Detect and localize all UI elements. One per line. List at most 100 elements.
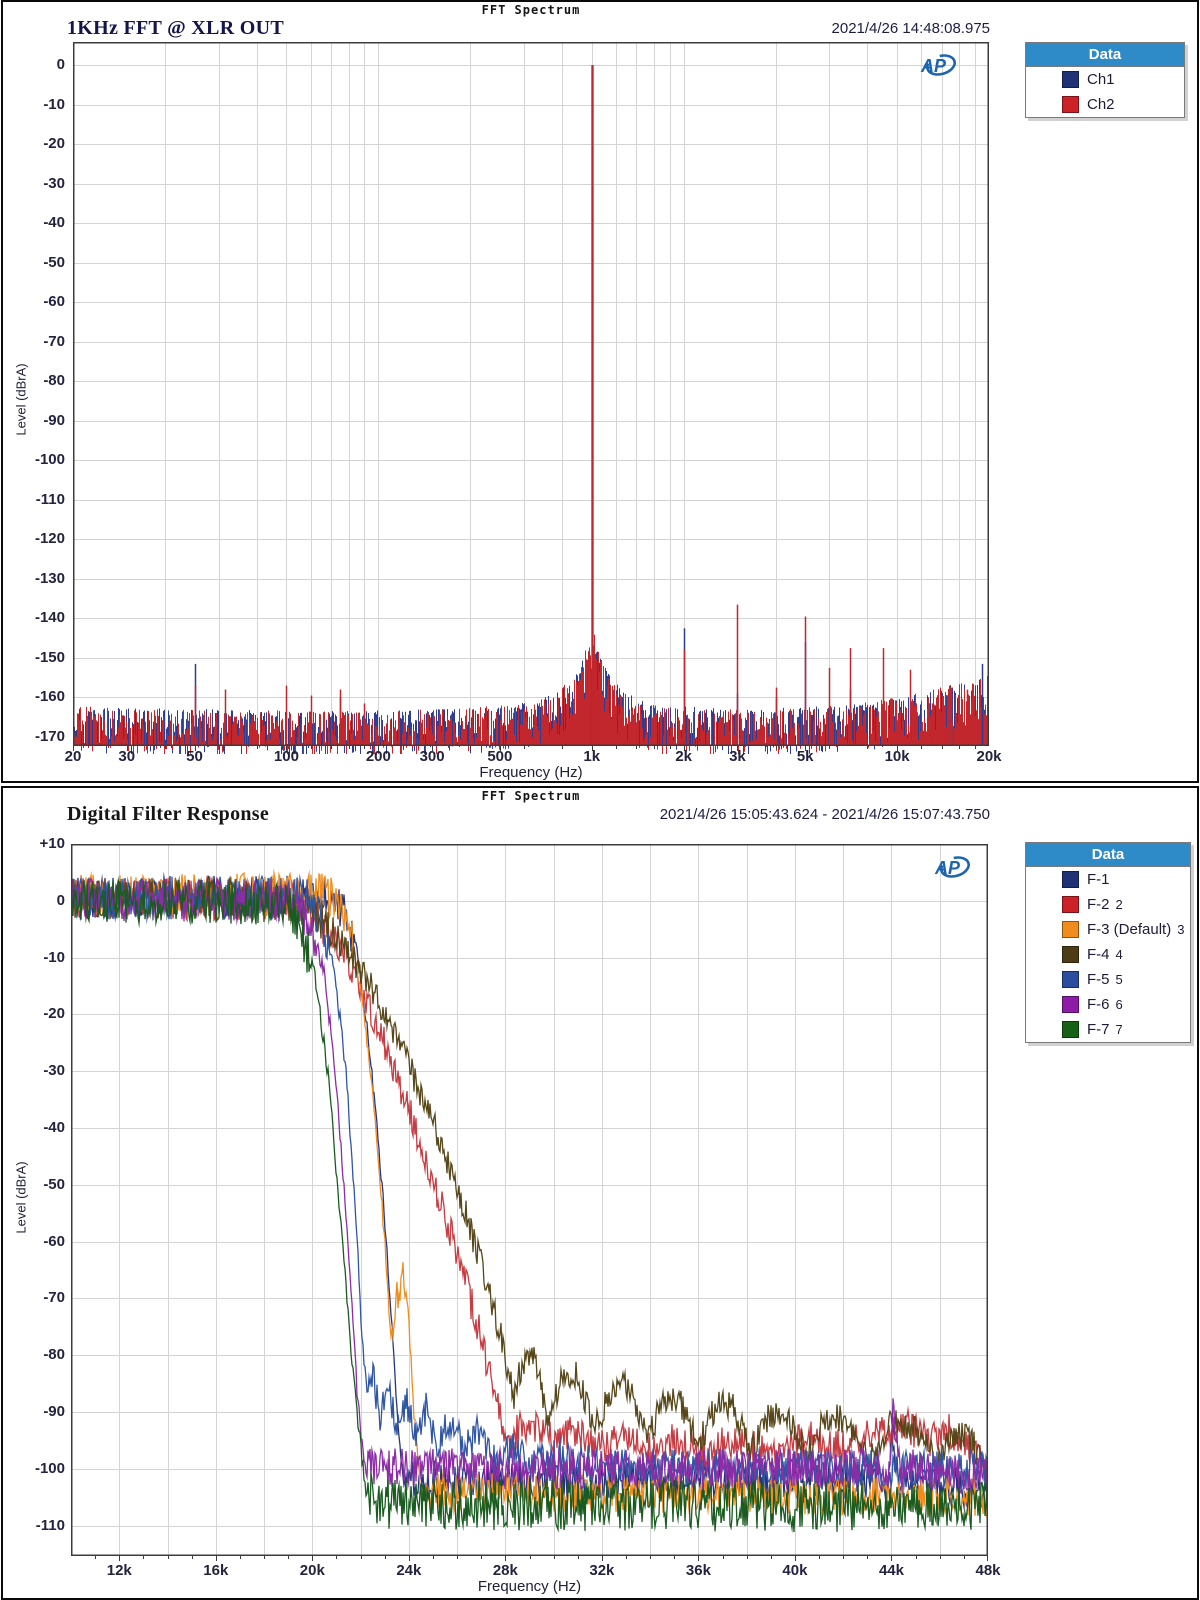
y-tick: -100 [34,451,65,469]
fft-spectrum-panel: FFT Spectrum 1KHz FFT @ XLR OUT 2021/4/2… [1,0,1199,783]
legend-cursor-number: 4 [1115,947,1123,962]
legend-cursor-number: 6 [1115,997,1123,1012]
legend-cursor-number: 3 [1177,922,1185,937]
x-tick: 30 [118,748,136,765]
legend-label: Ch2 [1087,96,1115,113]
y-tick: -140 [34,609,65,627]
legend-swatch [1062,871,1079,888]
window-title: FFT Spectrum [481,3,581,17]
x-tick: 40k [782,1562,808,1579]
legend-header: Data [1026,843,1190,867]
filter-plot-area: AP [71,844,988,1564]
legend-swatch [1062,946,1079,963]
legend-cursor-number: 2 [1115,897,1123,912]
svg-text:AP: AP [934,858,961,878]
legend-swatch [1062,96,1079,113]
y-tick: -100 [34,1459,65,1477]
x-tick: 44k [878,1562,904,1579]
legend-label: F-7 [1087,1021,1110,1038]
measurement-timestamp: 2021/4/26 15:05:43.624 - 2021/4/26 15:07… [659,806,990,823]
x-tick: 12k [106,1562,132,1579]
fft-plot-area: AP [73,42,989,754]
y-tick: -170 [34,728,65,745]
y-tick: -50 [43,253,65,271]
y-tick: -10 [43,95,65,113]
legend-item[interactable]: F-6 6 [1026,992,1190,1017]
data-legend: Data F-1 F-2 2 F-3 (Default) 3 F-4 4 F-5 5 F-6 6 F-7… [1025,842,1191,1043]
filter-response-panel: FFT Spectrum Digital Filter Response 202… [1,786,1199,1600]
legend-item[interactable]: F-4 4 [1026,942,1190,967]
x-tick: 200 [365,748,391,765]
fft-spectrum-canvas [73,42,989,754]
y-tick: -80 [43,1346,65,1364]
x-tick: 300 [419,748,445,765]
y-tick: -20 [43,1005,65,1023]
y-tick: -40 [43,1119,65,1136]
legend-swatch [1062,896,1079,913]
y-tick: -60 [43,293,65,311]
x-tick: 20k [299,1562,325,1579]
legend-cursor-number: 7 [1115,1022,1123,1037]
y-tick: -10 [43,948,65,966]
y-tick: 0 [56,56,65,73]
legend-swatch [1062,71,1079,88]
x-tick: 2k [675,748,692,765]
ap-analyzer-report: { "panels": [ { "header": "FFT Spectrum"… [0,0,1200,1600]
x-tick: 16k [203,1562,229,1579]
y-tick: -120 [34,530,65,548]
legend-swatch [1062,996,1079,1013]
y-tick: -90 [43,411,65,429]
x-axis-title: Frequency (Hz) [477,1578,582,1595]
x-tick: 10k [884,748,910,765]
legend-item[interactable]: F-7 7 [1026,1017,1190,1042]
legend-item[interactable]: Ch1 [1026,67,1184,92]
x-tick: 20k [976,748,1002,765]
filter-response-canvas [71,844,988,1564]
legend-item[interactable]: Ch2 [1026,92,1184,117]
y-tick: -20 [43,135,65,153]
window-title: FFT Spectrum [481,789,581,803]
x-tick: 1k [583,748,601,765]
legend-item[interactable]: F-2 2 [1026,892,1190,917]
legend-label: F-1 [1087,871,1110,888]
legend-item[interactable]: F-1 [1026,867,1190,892]
y-tick: -160 [34,688,65,706]
x-tick: 36k [685,1562,711,1579]
legend-cursor-number: 5 [1115,972,1123,987]
ap-logo-icon: AP [920,54,956,76]
y-tick: -30 [43,1062,65,1080]
legend-item[interactable]: F-3 (Default) 3 [1026,917,1190,942]
legend-label: F-2 [1087,896,1110,913]
legend-label: F-3 (Default) [1087,921,1172,938]
svg-text:AP: AP [920,56,947,76]
y-tick: +10 [39,835,65,852]
y-tick: -130 [34,569,65,587]
measurement-timestamp: 2021/4/26 14:48:08.975 [831,20,990,37]
legend-item[interactable]: F-5 5 [1026,967,1190,992]
x-axis-title: Frequency (Hz) [479,764,583,781]
legend-swatch [1062,1021,1079,1038]
x-tick: 28k [492,1562,518,1579]
x-tick: 3k [729,748,746,765]
y-axis-title: Level (dBrA) [13,363,29,436]
x-tick: 500 [487,748,513,765]
x-tick: 100 [273,748,299,765]
y-tick: -80 [43,372,65,390]
x-tick: 20 [64,748,82,765]
y-tick: 0 [56,891,65,909]
y-tick: -50 [43,1175,65,1193]
y-tick: -150 [34,648,65,666]
legend-label: Ch1 [1087,71,1115,88]
legend-swatch [1062,971,1079,988]
legend-label: F-5 [1087,971,1110,988]
legend-header: Data [1026,43,1184,67]
y-tick: -60 [43,1232,65,1250]
y-tick: -70 [43,332,65,350]
data-legend: Data Ch1 Ch2 [1025,42,1185,118]
y-tick: -110 [35,490,65,508]
x-tick: 32k [589,1562,615,1579]
legend-label: F-4 [1087,946,1110,963]
x-tick: 24k [396,1562,422,1579]
y-tick: -30 [43,174,65,192]
x-tick: 48k [975,1562,1001,1579]
